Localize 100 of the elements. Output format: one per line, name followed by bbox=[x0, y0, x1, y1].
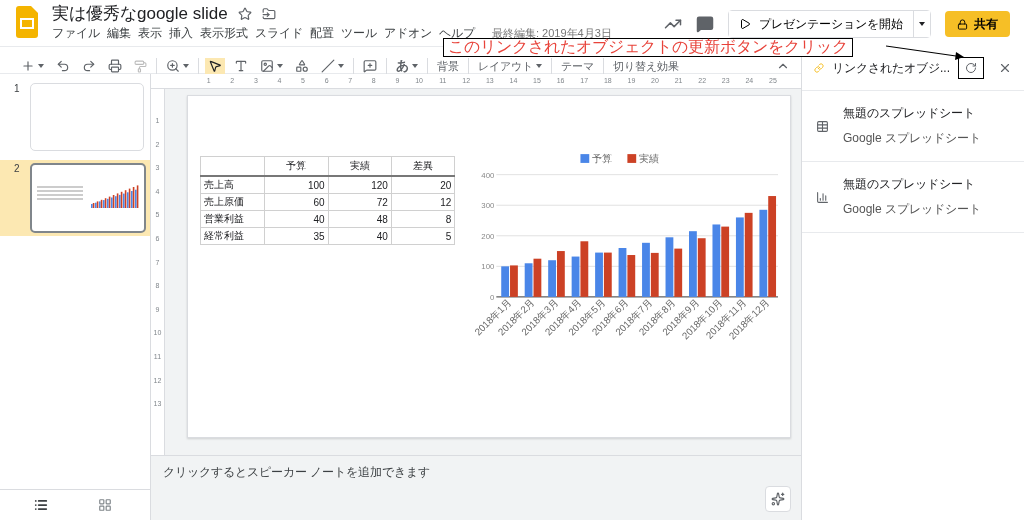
printer-icon bbox=[108, 59, 122, 73]
star-icon[interactable] bbox=[237, 6, 252, 21]
speaker-notes-field[interactable]: クリックするとスピーカー ノートを追加できます bbox=[159, 462, 507, 482]
bar bbox=[689, 231, 698, 297]
legend-label: 予算 bbox=[592, 152, 613, 164]
shapes-icon bbox=[295, 59, 309, 73]
sparkle-icon bbox=[771, 492, 785, 506]
callout-annotation: このリンクされたオブジェクトの更新ボタンをクリック bbox=[443, 38, 853, 57]
menu-item[interactable]: ファイル bbox=[52, 25, 100, 42]
share-button[interactable]: 共有 bbox=[945, 11, 1010, 37]
bar bbox=[618, 248, 627, 297]
table-cell: 60 bbox=[264, 193, 329, 211]
slide-number: 2 bbox=[14, 163, 21, 176]
linked-object-source: Google スプレッドシート bbox=[843, 201, 982, 218]
menu-item[interactable]: 編集 bbox=[107, 25, 131, 42]
table-cell: 営業利益 bbox=[200, 210, 265, 228]
grid-view-button[interactable] bbox=[98, 498, 112, 512]
linked-object-item[interactable]: 無題のスプレッドシート Google スプレッドシート bbox=[802, 91, 1024, 162]
linked-object-item[interactable]: 無題のスプレッドシート Google スプレッドシート bbox=[802, 162, 1024, 233]
table-cell: 売上高 bbox=[200, 176, 265, 194]
paint-roller-icon bbox=[134, 59, 147, 73]
tool-button[interactable] bbox=[205, 58, 225, 74]
caret-icon bbox=[919, 22, 925, 26]
menu-item[interactable]: 挿入 bbox=[169, 25, 193, 42]
table-header-cell: 差異 bbox=[391, 156, 455, 176]
table-cell: 経常利益 bbox=[200, 227, 265, 245]
table-cell: 8 bbox=[391, 210, 455, 228]
linked-object-title: 無題のスプレッドシート bbox=[843, 105, 976, 122]
bar bbox=[595, 252, 604, 297]
panel-title: リンクされたオブジ... bbox=[832, 59, 950, 77]
bar bbox=[524, 263, 533, 297]
toolbar-button[interactable]: 切り替え効果 bbox=[610, 57, 682, 75]
table-icon bbox=[816, 119, 829, 133]
explore-button[interactable] bbox=[765, 486, 791, 512]
play-icon bbox=[739, 18, 751, 30]
axis-tick-label: 0 bbox=[490, 292, 495, 302]
menu-item[interactable]: アドオン bbox=[384, 25, 432, 42]
close-icon bbox=[998, 61, 1012, 75]
menu-item[interactable]: スライド bbox=[255, 25, 303, 42]
slide-thumbnail-item[interactable]: 1 bbox=[0, 80, 150, 154]
lock-icon bbox=[957, 18, 968, 30]
slide-number: 1 bbox=[14, 83, 21, 96]
link-icon bbox=[814, 60, 824, 76]
caret-icon bbox=[412, 64, 418, 68]
bar bbox=[627, 255, 636, 297]
bar bbox=[557, 251, 566, 297]
toolbar-button[interactable]: レイアウト bbox=[475, 57, 545, 75]
menu-item[interactable]: 表示 bbox=[138, 25, 162, 42]
caret-icon bbox=[183, 64, 189, 68]
grid-icon bbox=[98, 498, 112, 512]
image-icon bbox=[260, 59, 274, 73]
table-cell: 売上原価 bbox=[200, 193, 265, 211]
table-cell: 40 bbox=[264, 210, 329, 228]
refresh-button[interactable] bbox=[958, 57, 984, 79]
caret-icon bbox=[536, 64, 542, 68]
table-header-cell: 予算 bbox=[264, 156, 329, 176]
bar bbox=[548, 260, 557, 297]
table-header-cell: 実績 bbox=[328, 156, 392, 176]
text-box-icon bbox=[234, 59, 248, 73]
list-icon bbox=[34, 498, 48, 512]
caret-icon bbox=[338, 64, 344, 68]
caret-icon bbox=[277, 64, 283, 68]
document-title[interactable]: 実は優秀なgoogle slide bbox=[52, 2, 228, 25]
list-view-button[interactable] bbox=[34, 498, 48, 512]
redo-icon bbox=[82, 59, 96, 73]
chart-icon bbox=[816, 190, 829, 204]
axis-tick-label: 300 bbox=[481, 201, 495, 211]
refresh-icon bbox=[965, 62, 977, 74]
slide-thumbnail[interactable] bbox=[30, 163, 146, 233]
undo-icon bbox=[56, 59, 70, 73]
bar bbox=[721, 226, 730, 297]
table-cell: 5 bbox=[391, 227, 455, 245]
table-cell: 48 bbox=[328, 210, 392, 228]
folder-icon[interactable] bbox=[261, 6, 276, 21]
toolbar-button[interactable]: 背景 bbox=[434, 57, 462, 75]
present-button[interactable]: プレゼンテーションを開始 bbox=[729, 11, 914, 37]
menu-item[interactable]: 配置 bbox=[310, 25, 334, 42]
bar bbox=[510, 265, 519, 297]
table-cell: 12 bbox=[391, 193, 455, 211]
bar bbox=[571, 256, 580, 297]
axis-tick-label: 200 bbox=[481, 231, 495, 241]
select-icon bbox=[208, 59, 222, 73]
toolbar-button[interactable]: テーマ bbox=[558, 57, 597, 75]
axis-tick-label: 400 bbox=[481, 170, 495, 180]
zoom-icon bbox=[166, 59, 180, 73]
bar bbox=[665, 237, 674, 297]
line-icon bbox=[321, 59, 335, 73]
legend-label: 実績 bbox=[639, 152, 660, 164]
bar bbox=[642, 242, 651, 297]
slide-thumbnail-item[interactable]: 2 bbox=[0, 160, 150, 236]
table-cell: 40 bbox=[328, 227, 392, 245]
bar bbox=[501, 266, 510, 297]
menu-item[interactable]: ツール bbox=[341, 25, 377, 42]
add-comment-icon bbox=[363, 59, 377, 73]
caret-icon bbox=[38, 64, 44, 68]
table-cell: 35 bbox=[264, 227, 329, 245]
comment-icon[interactable] bbox=[696, 15, 714, 33]
bar bbox=[580, 241, 589, 297]
bar bbox=[533, 258, 542, 297]
menu-item[interactable]: 表示形式 bbox=[200, 25, 248, 42]
